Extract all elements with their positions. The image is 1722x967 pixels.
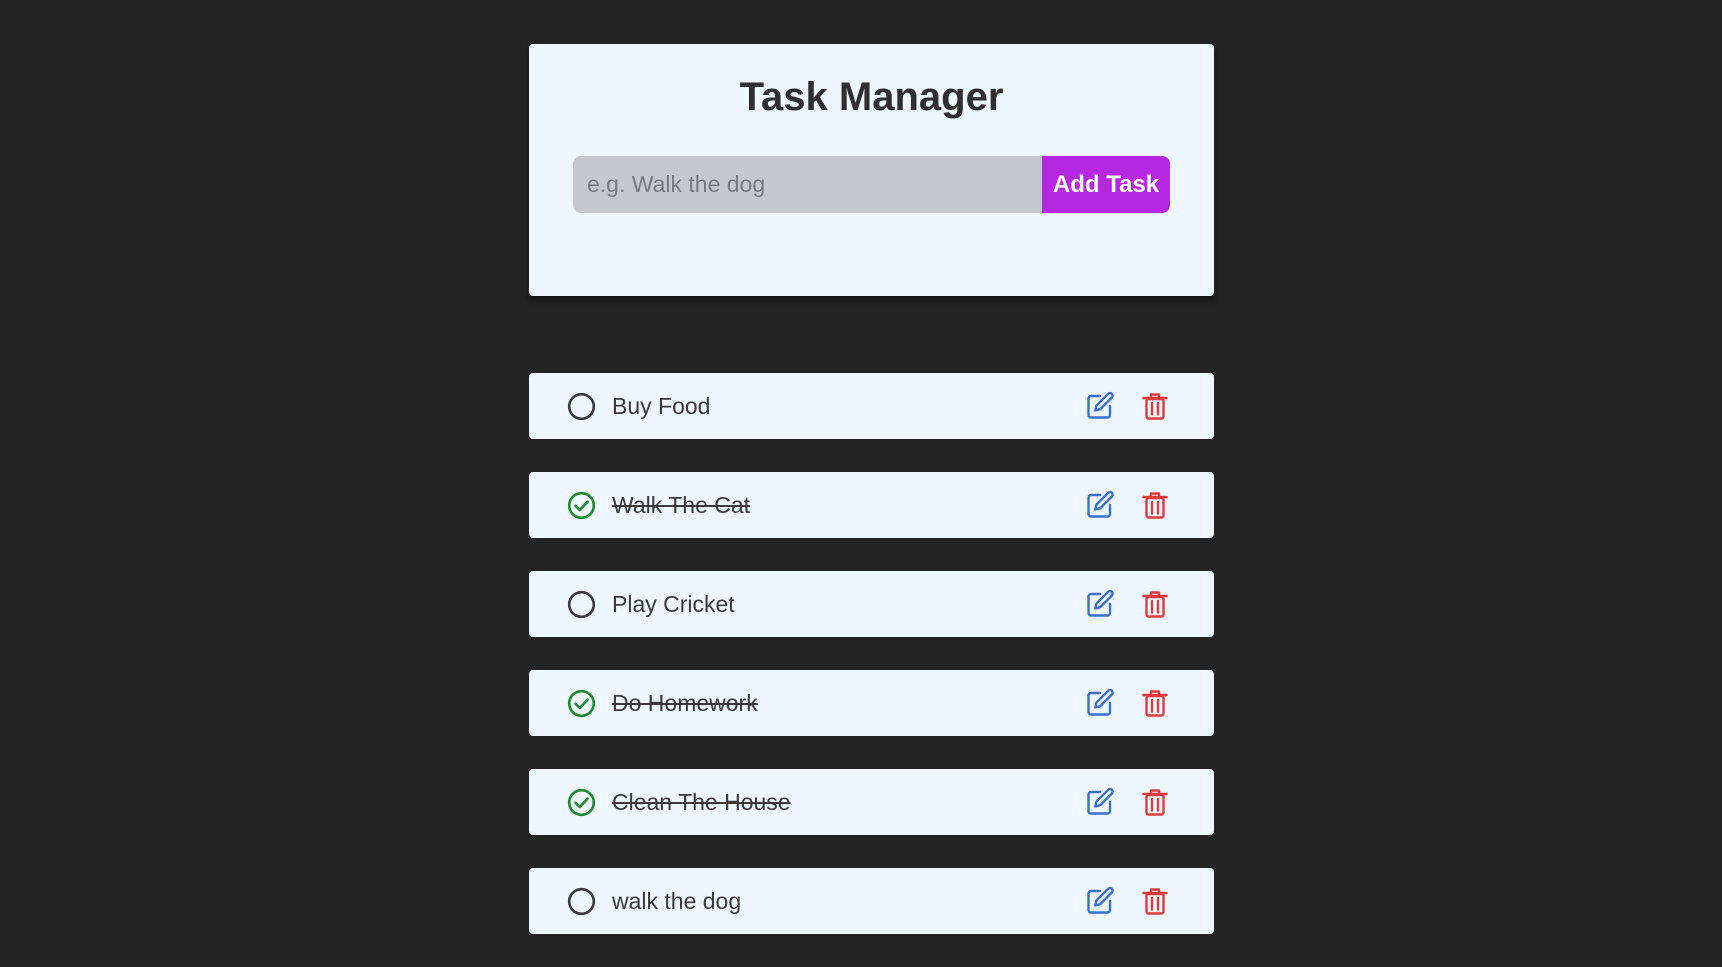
edit-icon[interactable] [1084, 687, 1116, 719]
task-text: Clean The House [612, 789, 791, 815]
page-title: Task Manager [739, 75, 1004, 119]
task-text: Buy Food [612, 393, 711, 419]
task-text: Walk The Cat [612, 492, 751, 518]
task-list: Buy Food Walk The Cat Play Cricket Do Homew… [529, 373, 1214, 967]
task-item: Walk The Cat [529, 472, 1214, 538]
circle-icon[interactable] [567, 887, 596, 916]
task-item: Do Homework [529, 670, 1214, 736]
check-circle-icon[interactable] [567, 788, 596, 817]
task-text: walk the dog [612, 888, 742, 914]
trash-icon[interactable] [1140, 688, 1170, 718]
task-input[interactable] [573, 156, 1042, 213]
trash-icon[interactable] [1140, 886, 1170, 916]
task-item: Buy Food [529, 373, 1214, 439]
task-item: Play Cricket [529, 571, 1214, 637]
check-circle-icon[interactable] [567, 689, 596, 718]
edit-icon[interactable] [1084, 390, 1116, 422]
trash-icon[interactable] [1140, 391, 1170, 421]
trash-icon[interactable] [1140, 490, 1170, 520]
edit-icon[interactable] [1084, 786, 1116, 818]
add-task-form: Add Task [573, 156, 1170, 213]
task-item: walk the dog [529, 868, 1214, 934]
task-manager-card: Task Manager Add Task [529, 44, 1214, 296]
circle-icon[interactable] [567, 392, 596, 421]
task-text: Do Homework [612, 690, 758, 716]
check-circle-icon[interactable] [567, 491, 596, 520]
task-text: Play Cricket [612, 591, 735, 617]
task-item: Clean The House [529, 769, 1214, 835]
trash-icon[interactable] [1140, 589, 1170, 619]
edit-icon[interactable] [1084, 489, 1116, 521]
edit-icon[interactable] [1084, 588, 1116, 620]
add-task-button[interactable]: Add Task [1042, 156, 1170, 213]
trash-icon[interactable] [1140, 787, 1170, 817]
edit-icon[interactable] [1084, 885, 1116, 917]
circle-icon[interactable] [567, 590, 596, 619]
